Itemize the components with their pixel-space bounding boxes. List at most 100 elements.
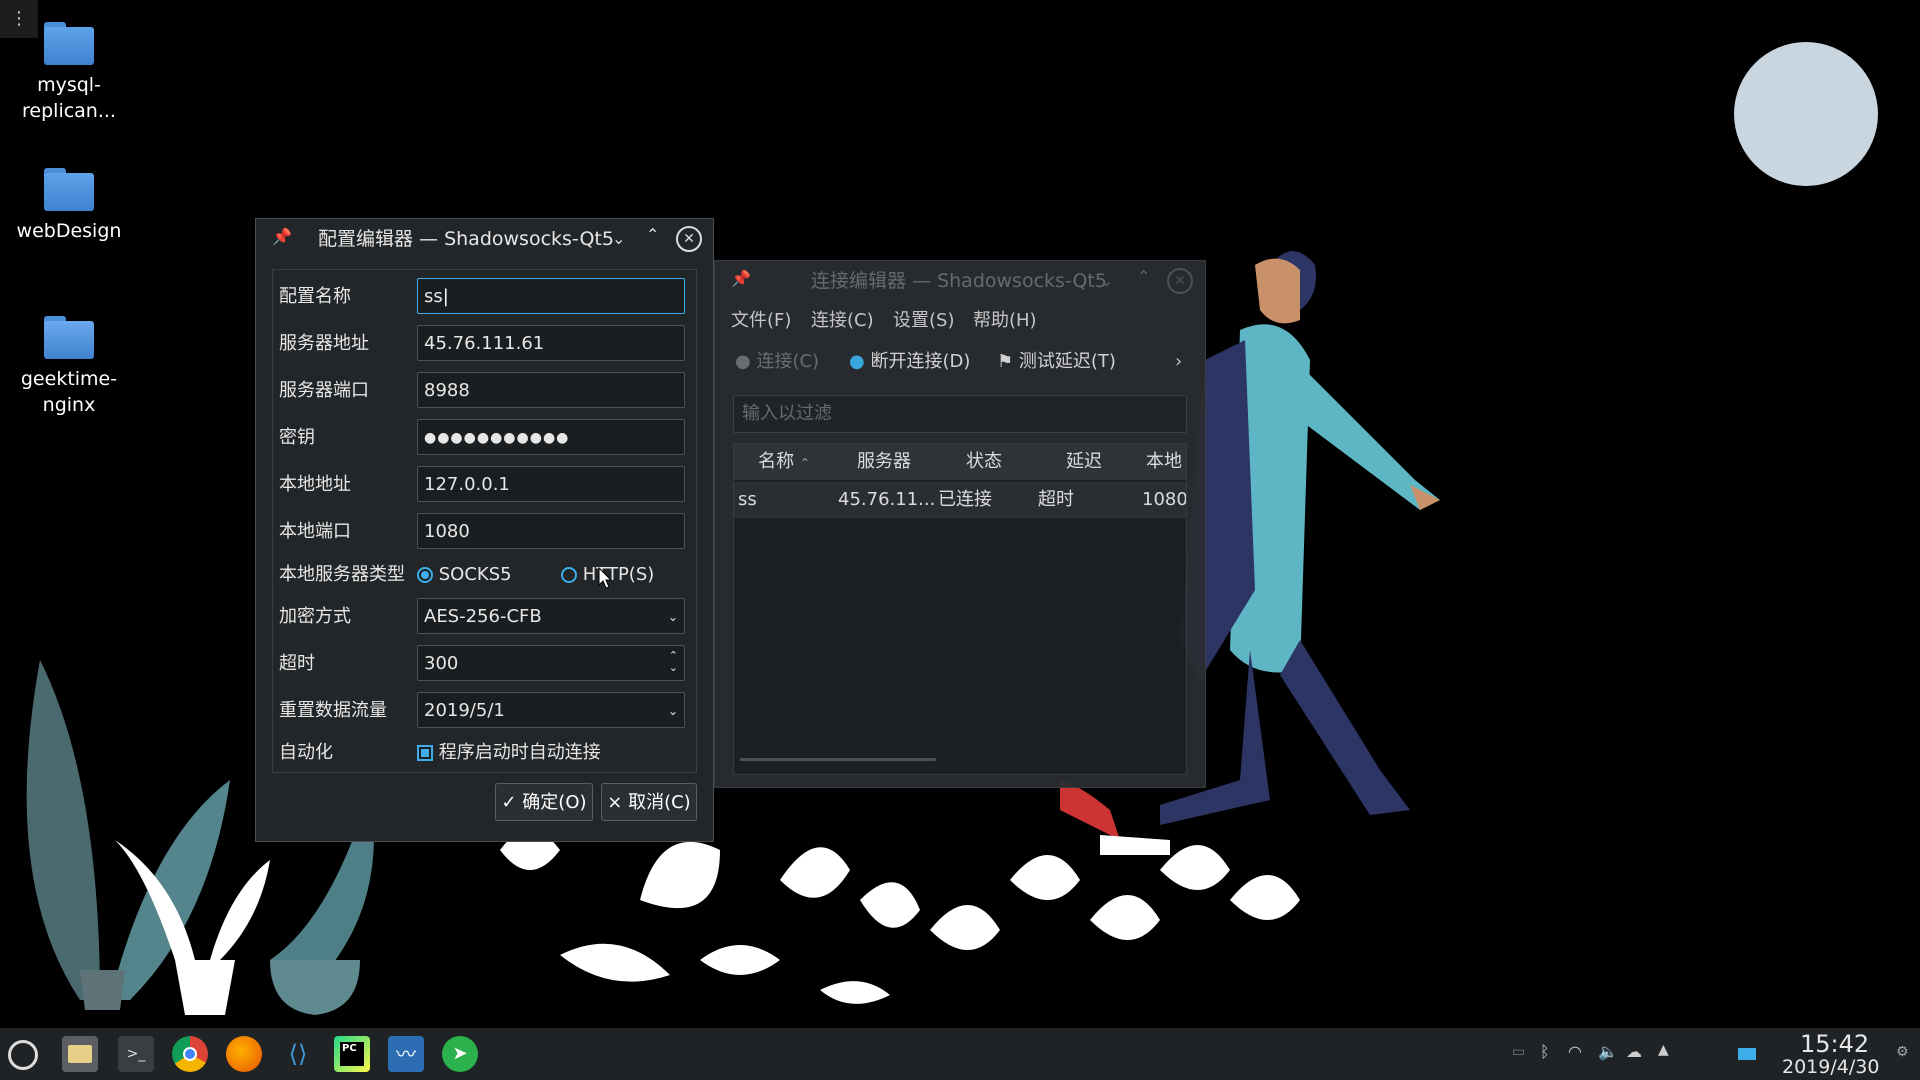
radio-checked-icon	[417, 567, 433, 583]
chrome-icon[interactable]	[172, 1036, 208, 1072]
cancel-button[interactable]: × 取消(C)	[601, 783, 697, 821]
desktop-icon-label: mysql-	[37, 74, 101, 96]
cell-latency: 超时	[1038, 489, 1074, 510]
pin-icon[interactable]: 📌	[272, 227, 292, 246]
menu-settings[interactable]: 设置(S)	[893, 301, 954, 341]
encryption-select[interactable]: AES-256-CFB ⌄	[417, 598, 685, 634]
volume-icon[interactable]: 🔈	[1598, 1042, 1618, 1061]
maximize-icon[interactable]: ⌃	[1137, 267, 1150, 286]
desktop-icon-label: geektime-	[20, 368, 118, 390]
radio-unchecked-icon	[561, 567, 577, 583]
system-monitor-icon[interactable]: 〰	[388, 1036, 424, 1072]
filter-input[interactable]: 输入以过滤	[733, 395, 1187, 433]
disconnect-icon: ●	[849, 351, 865, 372]
chevron-down-icon: ⌄	[667, 704, 678, 718]
local-port-label: 本地端口	[279, 521, 351, 542]
desktop-icon-geektime[interactable]: geektime- nginx	[14, 316, 124, 418]
gear-icon[interactable]: ⚙	[1896, 1044, 1909, 1060]
automation-label: 自动化	[279, 742, 333, 763]
config-dialog-title: 配置编辑器 — Shadowsocks-Qt5	[318, 228, 614, 250]
firefox-icon[interactable]	[226, 1036, 262, 1072]
col-header-local[interactable]: 本地	[1134, 444, 1186, 480]
col-header-latency[interactable]: 延迟	[1034, 444, 1135, 480]
keyboard-layout-icon[interactable]	[1738, 1048, 1756, 1060]
menubar: 文件(F) 连接(C) 设置(S) 帮助(H)	[715, 301, 1205, 341]
horizontal-scrollbar[interactable]	[740, 758, 936, 761]
reset-date-select[interactable]: 2019/5/1 ⌄	[417, 692, 685, 728]
ok-button[interactable]: ✓ 确定(O)	[495, 783, 593, 821]
tray-expand-icon[interactable]: ▲	[1658, 1042, 1669, 1058]
weather-icon[interactable]: ☁	[1626, 1042, 1642, 1061]
disconnect-button[interactable]: ● 断开连接(D)	[849, 343, 970, 381]
menu-file[interactable]: 文件(F)	[731, 301, 791, 341]
name-input[interactable]: ss|	[417, 278, 685, 314]
close-icon[interactable]: ✕	[676, 226, 702, 252]
connection-table: 名称 ⌃ 服务器 状态 延迟 本地 ss 45.76.11... 已连接 超时 …	[733, 443, 1187, 775]
terminal-icon[interactable]: >_	[118, 1036, 154, 1072]
config-editor-dialog: 📌 配置编辑器 — Shadowsocks-Qt5 ⌄ ⌃ ✕ 配置名称 ss|…	[255, 218, 714, 842]
file-manager-icon[interactable]	[62, 1036, 98, 1072]
server-input[interactable]: 45.76.111.61	[417, 325, 685, 361]
pin-icon[interactable]: 📌	[731, 269, 751, 288]
desktop-icon-label: webDesign	[16, 220, 122, 242]
taskbar: >_ ⟨⟩ PC 〰 ➤ ▭ ᛒ ◠ 🔈 ☁ ▲ 15:42 2019/4/30…	[0, 1028, 1920, 1080]
cell-name: ss	[738, 489, 757, 510]
config-form: 配置名称 ss| 服务器地址 45.76.111.61 服务器端口 8988 密…	[272, 269, 697, 773]
local-address-input[interactable]: 127.0.0.1	[417, 466, 685, 502]
connection-editor-window: 📌 连接编辑器 — Shadowsocks-Qt5 ⌄ ⌃ ✕ 文件(F) 连接…	[714, 260, 1206, 788]
menu-connection[interactable]: 连接(C)	[811, 301, 874, 341]
col-header-name[interactable]: 名称 ⌃	[734, 444, 835, 480]
tray-icon-generic[interactable]: ▭	[1512, 1044, 1525, 1060]
connection-titlebar[interactable]: 📌 连接编辑器 — Shadowsocks-Qt5 ⌄ ⌃ ✕	[715, 261, 1205, 301]
clock-date[interactable]: 2019/4/30	[1782, 1056, 1879, 1078]
folder-icon	[44, 168, 94, 211]
auto-connect-checkbox[interactable]: 程序启动时自动连接	[417, 734, 601, 772]
name-label: 配置名称	[279, 286, 351, 307]
table-row[interactable]: ss 45.76.11... 已连接 超时 1080	[734, 482, 1186, 518]
close-icon[interactable]: ✕	[1167, 268, 1193, 294]
bluetooth-icon[interactable]: ᛒ	[1540, 1042, 1550, 1061]
checkbox-checked-icon	[417, 745, 433, 761]
pycharm-icon[interactable]: PC	[334, 1036, 370, 1072]
col-header-server[interactable]: 服务器	[834, 444, 935, 480]
connect-button[interactable]: ● 连接(C)	[735, 343, 819, 381]
col-header-status[interactable]: 状态	[934, 444, 1035, 480]
chevron-right-icon[interactable]: ›	[1175, 343, 1182, 381]
connection-window-title: 连接编辑器 — Shadowsocks-Qt5	[811, 270, 1107, 292]
desktop-icon-mysql[interactable]: mysql- replican...	[14, 22, 124, 124]
desktop-icon-label: nginx	[42, 394, 96, 416]
menu-help[interactable]: 帮助(H)	[973, 301, 1037, 341]
port-input[interactable]: 8988	[417, 372, 685, 408]
spin-arrows-icon[interactable]: ⌃ ⌄	[669, 642, 678, 674]
check-icon: ✓	[501, 792, 517, 813]
minimize-icon[interactable]: ⌄	[1100, 271, 1113, 290]
toolbar: ● 连接(C) ● 断开连接(D) ⚑ 测试延迟(T) ›	[715, 343, 1205, 381]
minimize-icon[interactable]: ⌄	[612, 229, 625, 248]
cell-server: 45.76.11...	[838, 489, 936, 510]
mouse-cursor-icon	[598, 567, 612, 589]
folder-icon	[44, 22, 94, 65]
password-label: 密钥	[279, 427, 315, 448]
wifi-icon[interactable]: ◠	[1568, 1042, 1582, 1061]
password-input[interactable]: ●●●●●●●●●●●	[417, 419, 685, 455]
local-address-label: 本地地址	[279, 474, 351, 495]
server-type-label: 本地服务器类型	[279, 564, 405, 585]
vscode-icon[interactable]: ⟨⟩	[280, 1036, 316, 1072]
local-port-input[interactable]: 1080	[417, 513, 685, 549]
socks5-radio[interactable]: SOCKS5	[417, 556, 512, 594]
timeout-spinbox[interactable]: 300 ⌃ ⌄	[417, 645, 685, 681]
test-latency-button[interactable]: ⚑ 测试延迟(T)	[997, 343, 1116, 381]
desktop-icon-webdesign[interactable]: webDesign	[14, 168, 124, 244]
maximize-icon[interactable]: ⌃	[646, 225, 659, 244]
cancel-x-icon: ×	[607, 792, 623, 813]
sort-up-icon: ⌃	[799, 456, 810, 470]
chevron-down-icon: ⌄	[667, 610, 678, 624]
config-titlebar[interactable]: 📌 配置编辑器 — Shadowsocks-Qt5 ⌄ ⌃ ✕	[256, 219, 713, 259]
encryption-label: 加密方式	[279, 606, 351, 627]
clock-time[interactable]: 15:42	[1800, 1030, 1869, 1058]
shadowsocks-icon[interactable]: ➤	[442, 1036, 478, 1072]
app-launcher-icon[interactable]	[8, 1040, 38, 1070]
connect-icon: ●	[735, 351, 751, 372]
flag-icon: ⚑	[997, 351, 1014, 372]
reset-traffic-label: 重置数据流量	[279, 700, 387, 721]
